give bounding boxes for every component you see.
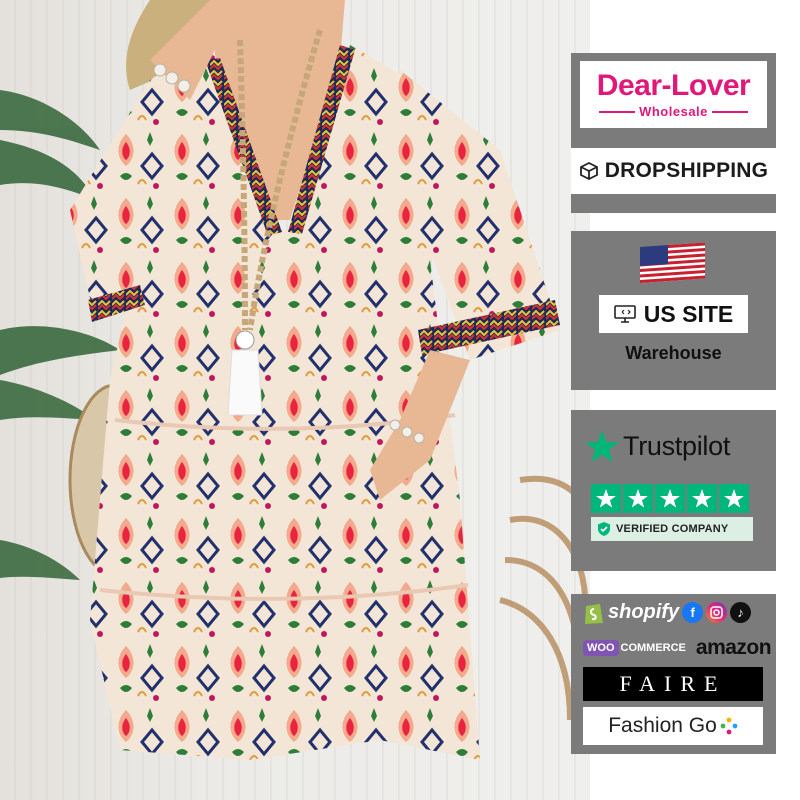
box-icon	[579, 161, 598, 181]
star-icon	[591, 484, 621, 513]
brand-name: Dear-Lover	[596, 69, 751, 102]
shield-check-icon	[598, 522, 610, 536]
woo-label: WOO	[583, 640, 619, 656]
brand-panel: Dear-Lover Wholesale DROPSHIPPING	[571, 53, 776, 213]
dropshipping-label: DROPSHIPPING	[604, 159, 769, 182]
trustpilot-star-icon	[585, 430, 619, 463]
shopify-bag-icon	[585, 604, 603, 624]
star-icon	[655, 484, 685, 513]
divider	[711, 110, 748, 113]
trustpilot-label: Trustpilot	[623, 431, 731, 461]
monitor-icon	[613, 305, 636, 323]
us-site-button[interactable]: US SITE	[599, 295, 748, 333]
us-flag-icon	[640, 243, 705, 283]
fashion-go-label: Fashion Go	[608, 714, 717, 737]
star-rating	[591, 484, 749, 513]
product-photo	[0, 0, 590, 800]
shopify-label: shopify	[608, 601, 680, 623]
star-icon	[623, 484, 653, 513]
brand-logo[interactable]: Dear-Lover Wholesale	[580, 61, 767, 128]
trustpilot-logo[interactable]: Trustpilot	[585, 430, 730, 463]
star-icon	[687, 484, 717, 513]
verified-label: VERIFIED COMPANY	[616, 523, 729, 535]
trustpilot-panel: Trustpilot VERIFIED COMPANY	[571, 410, 776, 571]
faire-logo[interactable]: FAIRE	[583, 667, 763, 701]
divider	[599, 110, 636, 113]
brand-subtitle: Wholesale	[639, 104, 708, 119]
amazon-label: amazon	[695, 636, 772, 659]
fashion-go-logo[interactable]: Fashion Go	[583, 707, 763, 745]
facebook-icon[interactable]: f	[682, 602, 704, 623]
us-site-panel: US SITE Warehouse	[571, 231, 776, 390]
us-site-label: US SITE	[643, 300, 734, 327]
tiktok-icon[interactable]: ♪	[730, 602, 752, 623]
sparkle-icon	[720, 717, 738, 735]
verified-company-badge: VERIFIED COMPANY	[591, 517, 753, 541]
instagram-icon[interactable]	[706, 602, 728, 623]
platforms-panel: shopify f ♪ WOO COMMERCE amazon FAIRE Fa…	[571, 594, 776, 754]
star-icon	[719, 484, 749, 513]
faire-label: FAIRE	[619, 671, 727, 696]
dropshipping-badge[interactable]: DROPSHIPPING	[571, 148, 776, 194]
warehouse-label: Warehouse	[625, 343, 722, 363]
woocommerce-label: COMMERCE	[620, 642, 686, 654]
model-in-dress-illustration	[0, 0, 590, 760]
